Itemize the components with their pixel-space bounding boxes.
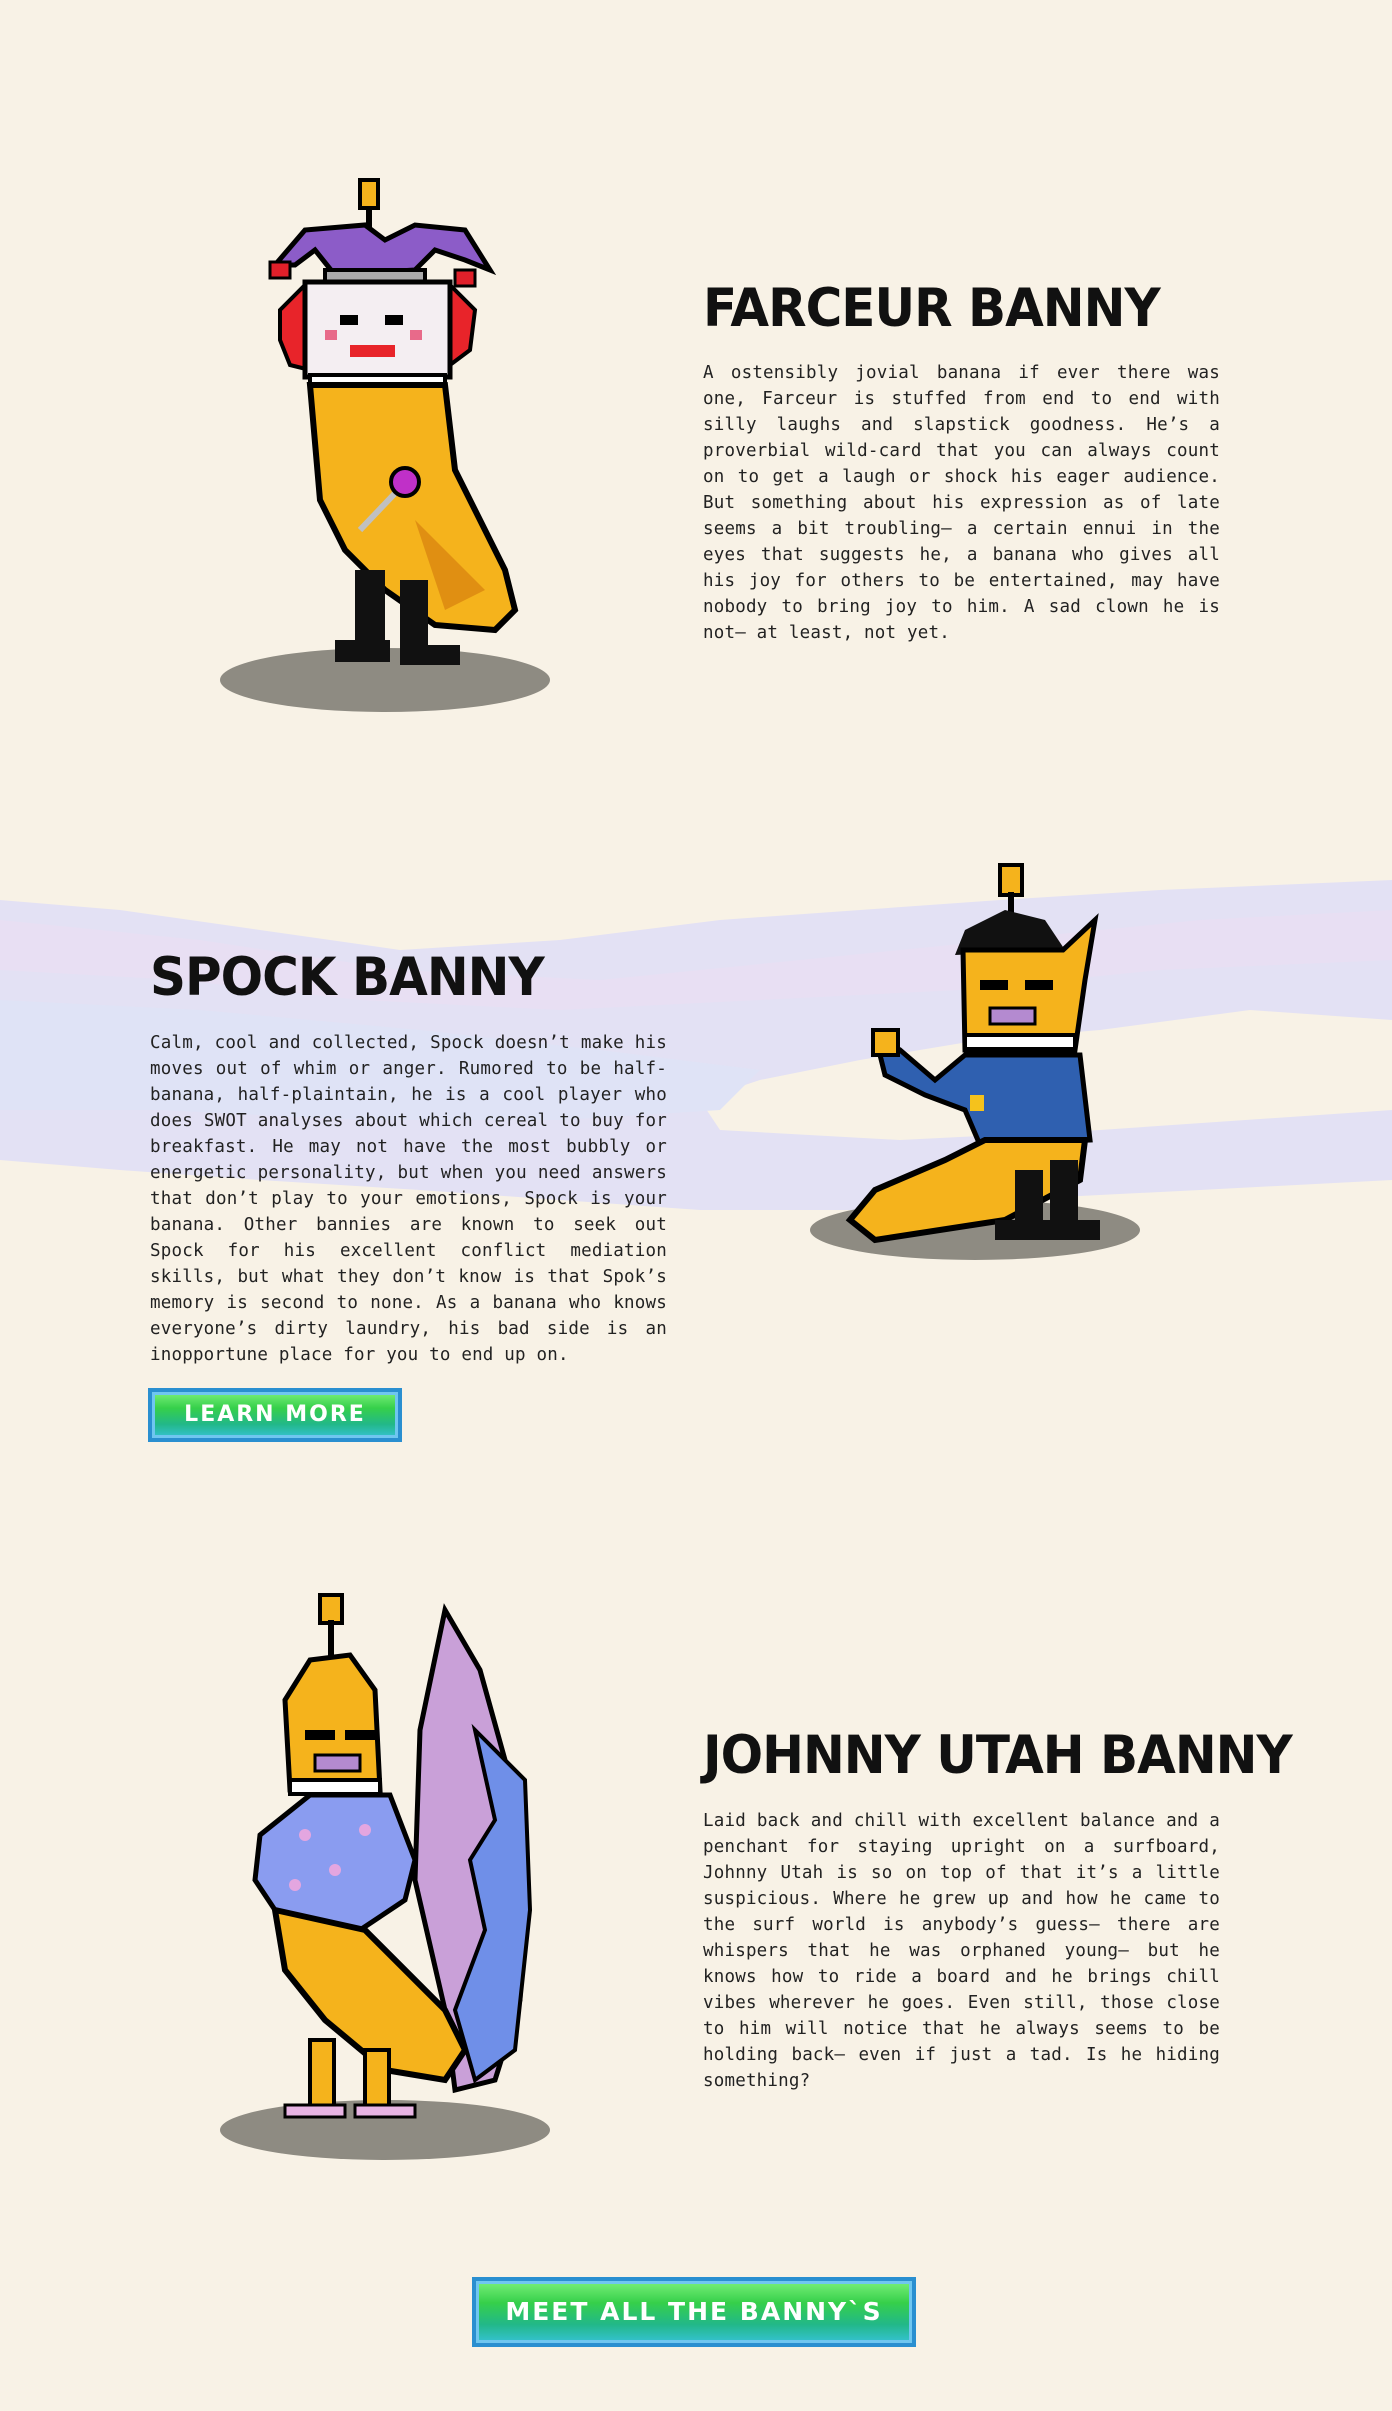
spock-banny-illustration [805,840,1150,1280]
johnny-utah-description: Laid back and chill with excellent balan… [703,1811,1220,2091]
character-section-farceur: FARCEUR BANNY A ostensibly jovial banana… [0,0,1392,760]
learn-more-button[interactable]: LEARN MORE [148,1388,402,1442]
johnny-utah-banny-illustration [215,1580,555,2170]
johnny-utah-title: JOHNNY UTAH BANNY [703,1724,1293,1786]
spock-description: Calm, cool and collected, Spock doesn’t … [150,1033,667,1365]
farceur-banny-illustration [215,170,555,720]
farceur-description: A ostensibly jovial banana if ever there… [703,363,1220,643]
character-section-spock: SPOCK BANNY Calm, cool and collected, Sp… [0,820,1392,1460]
character-section-johnny-utah: JOHNNY UTAH BANNY Laid back and chill wi… [0,1560,1392,2180]
spock-title: SPOCK BANNY [150,946,545,1008]
farceur-title: FARCEUR BANNY [703,277,1161,339]
meet-all-bannys-button[interactable]: MEET ALL THE BANNY`S [472,2277,916,2347]
